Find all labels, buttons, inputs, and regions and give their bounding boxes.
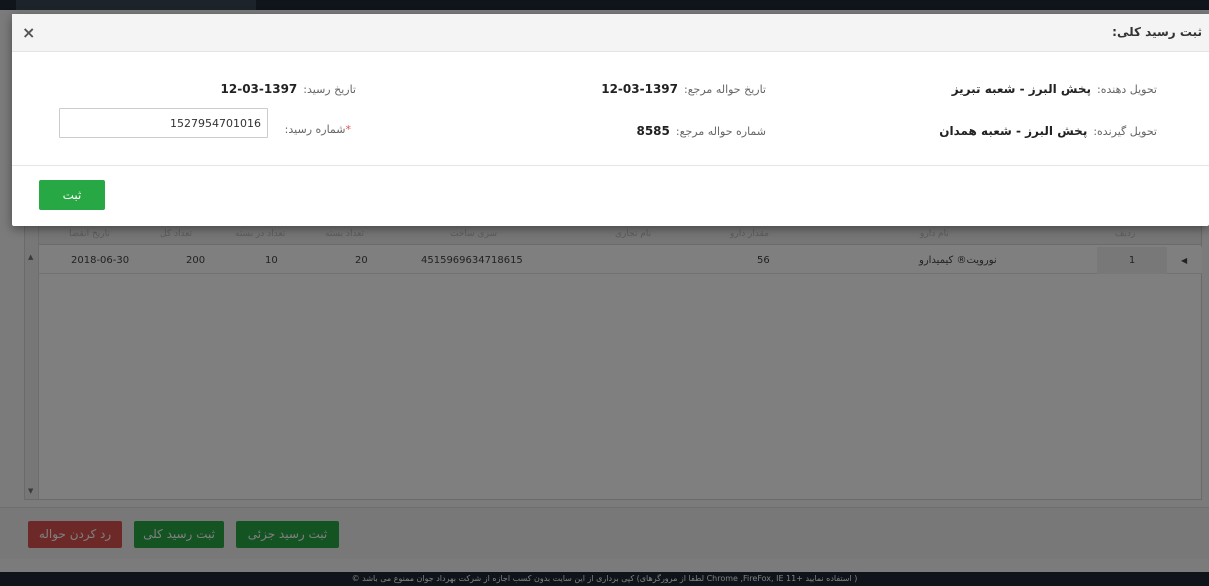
receipt-number-label: شماره رسید: [284, 123, 346, 136]
receiver-field: تحویل گیرنده: پخش البرز - شعبه همدان [939, 120, 1157, 139]
submit-button[interactable]: ثبت [39, 180, 105, 210]
receipt-number-input[interactable] [59, 108, 268, 138]
close-icon[interactable]: × [22, 23, 35, 42]
ref-number-field: شماره حواله مرجع: 8585 [636, 120, 766, 139]
deliverer-label: تحویل دهنده: [1097, 83, 1157, 96]
deliverer-field: تحویل دهنده: پخش البرز - شعبه تبریز [952, 78, 1157, 97]
receipt-number-label-wrap: *شماره رسید: [285, 118, 351, 137]
modal-header: ثبت رسید کلی: × [12, 14, 1209, 52]
receiver-value: پخش البرز - شعبه همدان [939, 124, 1088, 138]
ref-date-label: تاریخ حواله مرجع: [684, 83, 766, 96]
full-receipt-modal: ثبت رسید کلی: × تحویل دهنده: پخش البرز - … [12, 14, 1209, 226]
modal-divider [12, 165, 1209, 166]
ref-number-label: شماره حواله مرجع: [675, 125, 766, 138]
modal-title: ثبت رسید کلی: [1112, 25, 1202, 39]
receiver-label: تحویل گیرنده: [1093, 125, 1157, 138]
required-mark: * [345, 123, 352, 136]
ref-number-value: 8585 [636, 124, 670, 138]
deliverer-value: پخش البرز - شعبه تبریز [951, 82, 1091, 96]
receipt-date-field: تاریخ رسید: 1397-03-12 [221, 78, 357, 97]
receipt-date-value: 1397-03-12 [220, 82, 298, 96]
ref-date-field: تاریخ حواله مرجع: 1397-03-12 [601, 78, 766, 97]
ref-date-value: 1397-03-12 [601, 82, 678, 96]
receipt-date-label: تاریخ رسید: [303, 83, 356, 96]
